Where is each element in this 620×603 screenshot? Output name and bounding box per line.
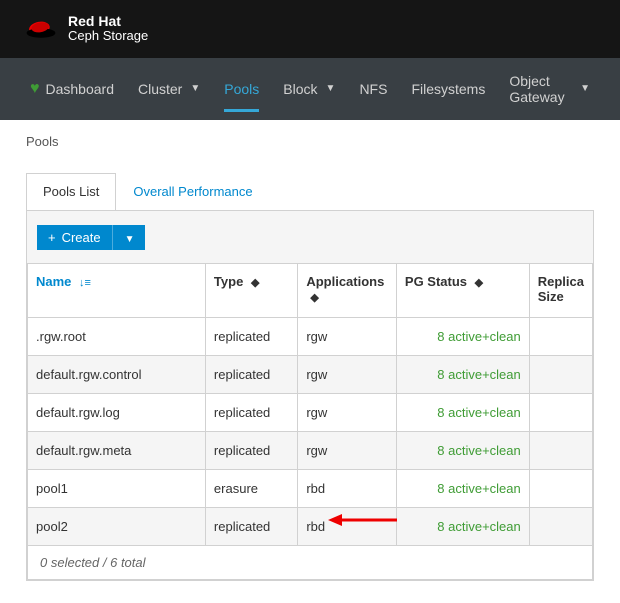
heartbeat-icon: ♥: [30, 80, 40, 98]
redhat-icon: [24, 17, 58, 41]
cell-type: replicated: [205, 355, 297, 393]
nav-cluster[interactable]: Cluster ▼: [126, 66, 212, 112]
cell-pg-status: 8 active+clean: [396, 507, 529, 545]
cell-pg-status: 8 active+clean: [396, 393, 529, 431]
cell-pg-status: 8 active+clean: [396, 469, 529, 507]
table-row[interactable]: default.rgw.controlreplicatedrgw8 active…: [28, 355, 593, 393]
nav-pools[interactable]: Pools: [212, 66, 271, 112]
cell-name: .rgw.root: [28, 317, 206, 355]
sort-icon: ◆: [251, 277, 259, 289]
create-button[interactable]: + Create: [37, 225, 112, 250]
table-row[interactable]: pool1erasurerbd8 active+clean: [28, 469, 593, 507]
caret-down-icon: ▼: [580, 83, 590, 94]
cell-name: default.rgw.log: [28, 393, 206, 431]
cell-replica-size: [529, 469, 592, 507]
cell-replica-size: [529, 507, 592, 545]
brand-line1: Red Hat: [68, 14, 148, 29]
tabs: Pools List Overall Performance: [26, 173, 594, 210]
table-row[interactable]: default.rgw.metareplicatedrgw8 active+cl…: [28, 431, 593, 469]
cell-replica-size: [529, 393, 592, 431]
cell-type: replicated: [205, 393, 297, 431]
cell-name: pool2: [28, 507, 206, 545]
cell-name: pool1: [28, 469, 206, 507]
tab-overall-performance[interactable]: Overall Performance: [116, 173, 269, 210]
breadcrumb: Pools: [0, 120, 620, 163]
nav-dashboard[interactable]: ♥ Dashboard: [18, 65, 126, 113]
cell-replica-size: [529, 317, 592, 355]
cell-applications: rgw: [298, 393, 397, 431]
col-pg-status[interactable]: PG Status ◆: [396, 263, 529, 317]
caret-down-icon: ▼: [125, 234, 135, 245]
col-type[interactable]: Type ◆: [205, 263, 297, 317]
cell-name: default.rgw.meta: [28, 431, 206, 469]
table-footer: 0 selected / 6 total: [28, 545, 593, 579]
cell-pg-status: 8 active+clean: [396, 431, 529, 469]
tab-pools-list[interactable]: Pools List: [26, 173, 116, 210]
cell-pg-status: 8 active+clean: [396, 355, 529, 393]
create-dropdown-button[interactable]: ▼: [112, 225, 145, 250]
sort-asc-icon: ↓≡: [79, 277, 91, 289]
cell-name: default.rgw.control: [28, 355, 206, 393]
caret-down-icon: ▼: [190, 83, 200, 94]
app-header: Red Hat Ceph Storage: [0, 0, 620, 58]
cell-type: replicated: [205, 317, 297, 355]
cell-applications: rgw: [298, 355, 397, 393]
sort-icon: ◆: [310, 292, 318, 304]
cell-pg-status: 8 active+clean: [396, 317, 529, 355]
caret-down-icon: ▼: [326, 83, 336, 94]
cell-applications: rbd: [298, 507, 397, 545]
cell-applications: rbd: [298, 469, 397, 507]
col-name[interactable]: Name ↓≡: [28, 263, 206, 317]
cell-type: erasure: [205, 469, 297, 507]
main-nav: ♥ Dashboard Cluster ▼ Pools Block ▼ NFS …: [0, 58, 620, 120]
col-replica-size[interactable]: Replica Size: [529, 263, 592, 317]
cell-replica-size: [529, 355, 592, 393]
cell-applications: rgw: [298, 431, 397, 469]
cell-replica-size: [529, 431, 592, 469]
nav-nfs[interactable]: NFS: [347, 66, 399, 112]
toolbar: + Create ▼: [27, 225, 593, 263]
table-row[interactable]: pool2replicatedrbd8 active+clean: [28, 507, 593, 545]
cell-type: replicated: [205, 507, 297, 545]
pools-panel: + Create ▼ Name ↓≡ Type ◆ Applications ◆: [26, 210, 594, 581]
logo: Red Hat Ceph Storage: [24, 14, 148, 44]
nav-filesystems[interactable]: Filesystems: [399, 66, 497, 112]
cell-applications: rgw: [298, 317, 397, 355]
cell-type: replicated: [205, 431, 297, 469]
pools-table: Name ↓≡ Type ◆ Applications ◆ PG Status …: [27, 263, 593, 580]
brand-line2: Ceph Storage: [68, 29, 148, 43]
table-row[interactable]: default.rgw.logreplicatedrgw8 active+cle…: [28, 393, 593, 431]
nav-object-gateway[interactable]: Object Gateway ▼: [497, 58, 602, 120]
sort-icon: ◆: [475, 277, 483, 289]
table-row[interactable]: .rgw.rootreplicatedrgw8 active+clean: [28, 317, 593, 355]
plus-icon: +: [48, 230, 56, 245]
col-applications[interactable]: Applications ◆: [298, 263, 397, 317]
nav-block[interactable]: Block ▼: [271, 66, 347, 112]
